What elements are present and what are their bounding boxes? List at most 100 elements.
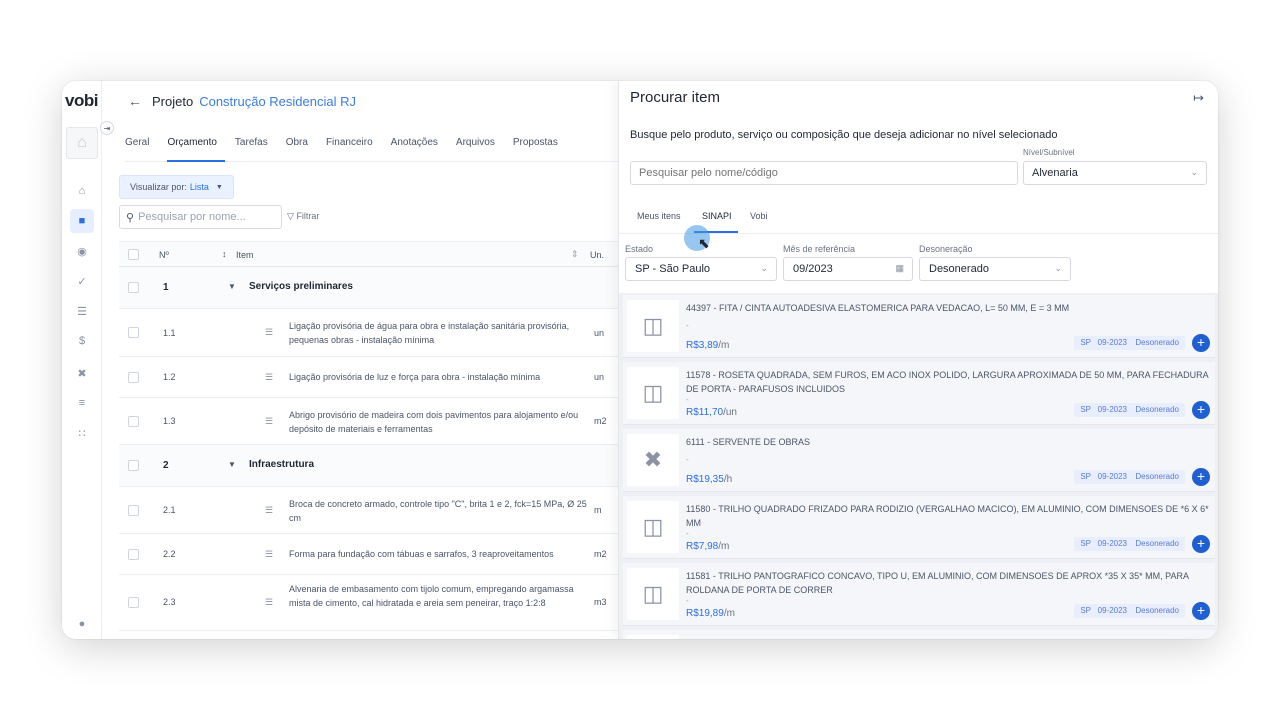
row-checkbox[interactable]	[128, 597, 139, 608]
search-item-drawer: Procurar item ↦ Busque pelo produto, ser…	[618, 81, 1218, 639]
add-item-button[interactable]: +	[1192, 401, 1210, 419]
add-item-button[interactable]: +	[1192, 602, 1210, 620]
result-title: 11580 - TRILHO QUADRADO FRIZADO PARA ROD…	[686, 504, 1209, 528]
home-icon[interactable]: ⌂	[70, 179, 94, 203]
rail-expand-icon[interactable]: ⇥	[100, 121, 114, 135]
state-select[interactable]: SP - São Paulo ⌄	[625, 257, 777, 281]
price-unit: /m	[718, 340, 730, 351]
table-group-row[interactable]: 2 ▼ Infraestrutura	[119, 445, 619, 487]
folder-icon[interactable]: ■	[70, 209, 94, 233]
drag-handle-icon[interactable]: ↕	[222, 249, 227, 259]
row-checkbox[interactable]	[128, 505, 139, 516]
result-price: R$19,89/m	[686, 608, 735, 619]
grid-icon[interactable]: ∷	[70, 421, 94, 445]
close-drawer-icon[interactable]: ↦	[1193, 90, 1204, 106]
table-row[interactable]: 1.3 ☰ Abrigo provisório de madeira com d…	[119, 398, 619, 445]
row-item: Ligação provisória de água para obra e i…	[289, 321, 570, 345]
row-checkbox[interactable]	[128, 549, 139, 560]
layers-icon: ☰	[265, 549, 274, 559]
row-item: Ligação provisória de luz e força para o…	[289, 372, 541, 382]
tab-anotacoes[interactable]: Anotações	[391, 125, 446, 162]
layers-icon: ☰	[265, 505, 274, 515]
result-item[interactable]: ◫ 11578 - ROSETA QUADRADA, SEM FUROS, EM…	[623, 362, 1215, 425]
chip-date: 09-2023	[1091, 604, 1133, 618]
chevron-down-icon: ⌄	[1054, 263, 1062, 273]
row-checkbox[interactable]	[128, 416, 139, 427]
view-by-button[interactable]: Visualizar por: Lista ▼	[119, 175, 234, 199]
row-checkbox[interactable]	[128, 282, 139, 293]
project-thumbnail[interactable]: ⌂	[66, 127, 98, 159]
budget-search-input[interactable]: ⚲ Pesquisar por nome...	[119, 205, 282, 229]
item-search-input[interactable]	[630, 161, 1018, 185]
price-unit: /m	[723, 608, 735, 619]
row-item: Forma para fundação com tábuas e sarrafo…	[289, 549, 554, 559]
main-content: ← Projeto Construção Residencial RJ Gera…	[102, 81, 665, 639]
tab-tarefas[interactable]: Tarefas	[235, 125, 276, 162]
tax-select[interactable]: Desonerado ⌄	[919, 257, 1071, 281]
table-row[interactable]: 2.1 ☰ Broca de concreto armado, controle…	[119, 487, 619, 534]
list-icon[interactable]: ≡	[70, 391, 94, 415]
tab-financeiro[interactable]: Financeiro	[326, 125, 381, 162]
row-checkbox[interactable]	[128, 460, 139, 471]
result-price: R$7,98/m	[686, 541, 729, 552]
search-icon: ⚲	[126, 211, 135, 224]
row-item: Alvenaria de embasamento com tijolo comu…	[289, 584, 574, 608]
drawer-description: Busque pelo produto, serviço ou composiç…	[630, 129, 1058, 141]
price-value: R$11,70	[686, 407, 724, 418]
back-arrow-icon[interactable]: ←	[128, 93, 142, 109]
tab-meus-itens[interactable]: Meus itens	[637, 211, 681, 221]
tab-arquivos[interactable]: Arquivos	[456, 125, 503, 162]
view-by-label: Visualizar por:	[130, 182, 187, 192]
tab-vobi[interactable]: Vobi	[750, 211, 768, 221]
state-label: Estado	[625, 244, 654, 254]
chip-tax: Desonerado	[1129, 537, 1185, 551]
row-checkbox[interactable]	[128, 372, 139, 383]
result-item[interactable]: ◫	[623, 630, 1215, 639]
left-rail: vobi ⌂ ⌂ ■ ◉ ✓ ☰ $ ✖ ≡ ∷ ●	[62, 81, 102, 639]
filter-button[interactable]: ▽ Filtrar	[287, 211, 319, 222]
table-row[interactable]: 2.3 ☰ Alvenaria de embasamento com tijol…	[119, 575, 619, 631]
add-item-button[interactable]: +	[1192, 535, 1210, 553]
group-number: 1	[163, 282, 169, 293]
add-item-button[interactable]: +	[1192, 468, 1210, 486]
result-item[interactable]: ◫ 11581 - TRILHO PANTOGRAFICO CONCAVO, T…	[623, 563, 1215, 626]
tab-propostas[interactable]: Propostas	[513, 125, 566, 162]
check-icon[interactable]: ✓	[70, 269, 94, 293]
tab-geral[interactable]: Geral	[125, 125, 157, 162]
collapse-caret-icon[interactable]: ▼	[228, 460, 236, 469]
tab-obra[interactable]: Obra	[286, 125, 316, 162]
add-item-button[interactable]: +	[1192, 334, 1210, 352]
row-number: 2.3	[163, 597, 176, 607]
drawer-title: Procurar item	[630, 89, 721, 106]
chat-icon[interactable]: ●	[70, 612, 94, 636]
project-name-link[interactable]: Construção Residencial RJ	[199, 94, 356, 109]
stack-icon[interactable]: ☰	[70, 299, 94, 323]
month-picker[interactable]: 09/2023 ▦	[783, 257, 913, 281]
layers-icon: ☰	[265, 597, 274, 607]
table-row[interactable]: 2.2 ☰ Forma para fundação com tábuas e s…	[119, 534, 619, 575]
table-row[interactable]: 1.1 ☰ Ligação provisória de água para ob…	[119, 309, 619, 357]
sort-icon[interactable]: ⇕	[571, 249, 579, 260]
tab-sinapi[interactable]: SINAPI	[702, 211, 732, 221]
filter-icon: ▽	[287, 211, 294, 221]
level-select[interactable]: Alvenaria ⌄	[1023, 161, 1207, 185]
collapse-caret-icon[interactable]: ▼	[228, 282, 236, 291]
table-group-row[interactable]: 1 ▼ Serviços preliminares	[119, 267, 619, 309]
select-all-checkbox[interactable]	[128, 249, 139, 260]
handshake-icon[interactable]: ◉	[70, 239, 94, 263]
table-header: Nº ↕ Item ⇕ Un.	[119, 241, 619, 267]
row-number: 1.2	[163, 372, 176, 382]
row-checkbox[interactable]	[128, 327, 139, 338]
result-item[interactable]: ✖ 6111 - SERVENTE DE OBRAS - R$19,35/h S…	[623, 429, 1215, 492]
price-value: R$19,89	[686, 608, 724, 619]
group-title: Infraestrutura	[249, 459, 315, 470]
box-icon: ◫	[627, 300, 679, 352]
dollar-icon[interactable]: $	[70, 329, 94, 353]
table-row[interactable]: 1.2 ☰ Ligação provisória de luz e força …	[119, 357, 619, 398]
month-label: Mês de referência	[783, 244, 856, 254]
tools-rail-icon[interactable]: ✖	[70, 361, 94, 385]
result-item[interactable]: ◫ 44397 - FITA / CINTA AUTOADESIVA ELAST…	[623, 295, 1215, 358]
result-item[interactable]: ◫ 11580 - TRILHO QUADRADO FRIZADO PARA R…	[623, 496, 1215, 559]
result-dash: -	[686, 529, 689, 538]
tab-orcamento[interactable]: Orçamento	[167, 125, 225, 162]
